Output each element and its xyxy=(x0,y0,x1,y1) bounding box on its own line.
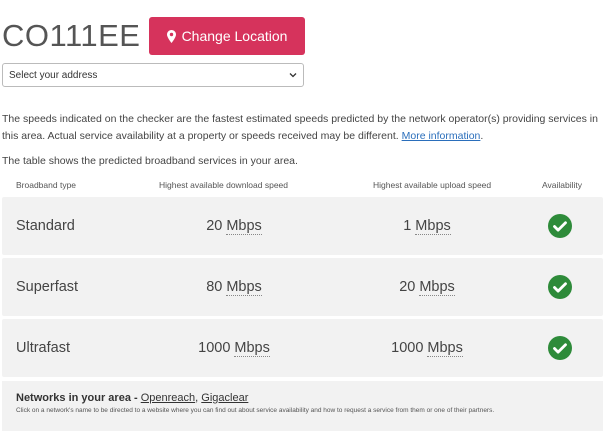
change-location-label: Change Location xyxy=(181,28,288,44)
download-unit[interactable]: Mbps xyxy=(226,218,262,235)
change-location-button[interactable]: Change Location xyxy=(149,17,305,55)
download-value: 80 xyxy=(206,279,223,295)
address-select[interactable]: Select your address xyxy=(2,63,304,87)
chevron-down-icon xyxy=(289,72,297,78)
header-upload-speed: Highest available upload speed xyxy=(373,180,492,190)
intro-period: . xyxy=(480,130,484,142)
row-availability xyxy=(548,197,572,255)
row-download: 1000 Mbps xyxy=(157,319,311,377)
check-circle-icon xyxy=(548,336,572,360)
upload-value: 1 xyxy=(403,218,412,234)
upload-unit[interactable]: Mbps xyxy=(419,279,455,296)
header-broadband-type: Broadband type xyxy=(16,180,77,190)
row-download: 20 Mbps xyxy=(157,197,311,255)
networks-line: Networks in your area - Openreach, Gigac… xyxy=(16,392,603,404)
page-header: CO111EE xyxy=(2,17,140,55)
table-row: Standard 20 Mbps 1 Mbps xyxy=(2,197,603,255)
header-download-speed: Highest available download speed xyxy=(159,180,289,190)
row-type: Superfast xyxy=(16,279,79,295)
row-availability xyxy=(548,319,572,377)
row-type: Standard xyxy=(16,218,75,234)
upload-unit[interactable]: Mbps xyxy=(427,340,463,357)
table-intro: The table shows the predicted broadband … xyxy=(2,155,298,167)
row-upload: 1000 Mbps xyxy=(350,319,504,377)
intro-paragraph: The speeds indicated on the checker are … xyxy=(2,111,602,145)
address-select-value: Select your address xyxy=(9,69,98,81)
network-link-openreach[interactable]: Openreach xyxy=(141,392,195,404)
check-circle-icon xyxy=(548,214,572,238)
row-download: 80 Mbps xyxy=(157,258,311,316)
networks-help-text: Click on a network's name to be directed… xyxy=(16,407,495,414)
download-value: 1000 xyxy=(198,340,231,356)
row-type: Ultrafast xyxy=(16,340,70,356)
row-upload: 20 Mbps xyxy=(350,258,504,316)
upload-unit[interactable]: Mbps xyxy=(415,218,451,235)
networks-panel: Networks in your area - Openreach, Gigac… xyxy=(2,381,603,431)
download-unit[interactable]: Mbps xyxy=(234,340,270,357)
table-row: Superfast 80 Mbps 20 Mbps xyxy=(2,258,603,316)
upload-value: 20 xyxy=(399,279,416,295)
row-upload: 1 Mbps xyxy=(350,197,504,255)
more-information-link[interactable]: More information xyxy=(402,130,481,142)
map-pin-icon xyxy=(166,29,176,43)
download-unit[interactable]: Mbps xyxy=(226,279,262,296)
postcode-title: CO111EE xyxy=(2,18,141,53)
upload-value: 1000 xyxy=(391,340,424,356)
row-availability xyxy=(548,258,572,316)
check-circle-icon xyxy=(548,275,572,299)
table-header: Broadband type Highest available downloa… xyxy=(2,180,603,194)
header-availability: Availability xyxy=(542,180,583,190)
download-value: 20 xyxy=(206,218,223,234)
table-row: Ultrafast 1000 Mbps 1000 Mbps xyxy=(2,319,603,377)
networks-label: Networks in your area - xyxy=(16,392,141,404)
intro-text: The speeds indicated on the checker are … xyxy=(2,113,598,142)
network-link-gigaclear[interactable]: Gigaclear xyxy=(201,392,248,404)
